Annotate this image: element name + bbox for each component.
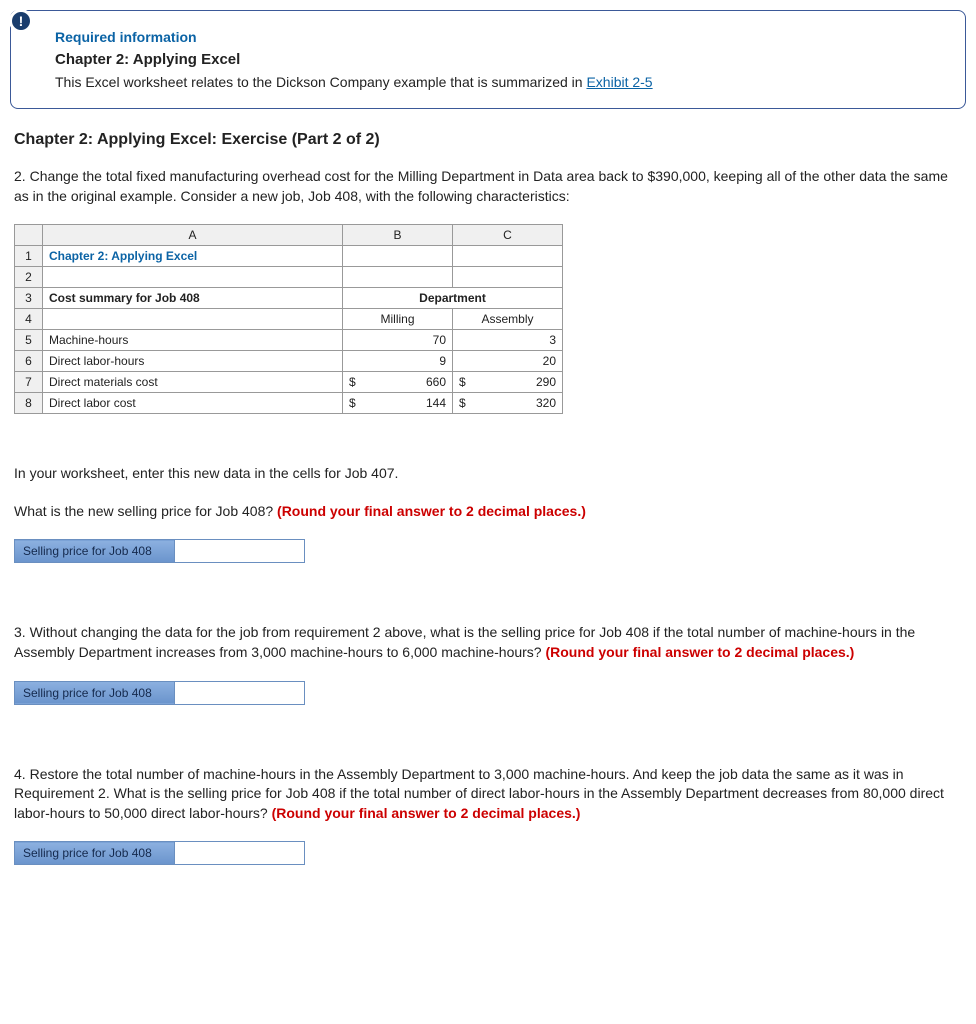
question-2-text: 2. Change the total fixed manufacturing … [14, 167, 962, 206]
question-3-number: 3. [14, 624, 26, 640]
question-3-text: 3. Without changing the data for the job… [14, 623, 962, 662]
cell-c8-value: 320 [536, 396, 556, 410]
question-2-number: 2. [14, 168, 26, 184]
row-header: 7 [15, 372, 43, 393]
question-2-body: Change the total fixed manufacturing ove… [14, 168, 948, 204]
cell-c8: $320 [453, 393, 563, 414]
info-icon: ! [9, 9, 33, 33]
cell-c2 [453, 267, 563, 288]
answer-label-q4: Selling price for Job 408 [15, 842, 175, 865]
col-header-c: C [453, 225, 563, 246]
cell-a7: Direct materials cost [43, 372, 343, 393]
selling-price-input-q2[interactable] [175, 540, 304, 562]
q2-prompt: What is the new selling price for Job 40… [14, 503, 277, 519]
answer-label-q3: Selling price for Job 408 [15, 681, 175, 704]
round-note-q4: (Round your final answer to 2 decimal pl… [272, 805, 581, 821]
row-header: 2 [15, 267, 43, 288]
dollar-sign: $ [459, 396, 466, 410]
round-note-q3: (Round your final answer to 2 decimal pl… [545, 644, 854, 660]
cell-b8-value: 144 [426, 396, 446, 410]
info-desc-text: This Excel worksheet relates to the Dick… [55, 74, 586, 90]
row-header: 3 [15, 288, 43, 309]
cell-a6: Direct labor-hours [43, 351, 343, 372]
dollar-sign: $ [349, 375, 356, 389]
row-header: 1 [15, 246, 43, 267]
chapter-title: Chapter 2: Applying Excel [55, 51, 941, 68]
cell-c4: Assembly [453, 309, 563, 330]
info-description: This Excel worksheet relates to the Dick… [55, 74, 941, 90]
cell-c6: 20 [453, 351, 563, 372]
cell-a5: Machine-hours [43, 330, 343, 351]
dollar-sign: $ [459, 375, 466, 389]
answer-table-q3: Selling price for Job 408 [14, 681, 305, 705]
question-4-number: 4. [14, 766, 26, 782]
cell-c7: $290 [453, 372, 563, 393]
cell-b8: $144 [343, 393, 453, 414]
cell-b6: 9 [343, 351, 453, 372]
cell-a2 [43, 267, 343, 288]
cell-b4: Milling [343, 309, 453, 330]
cell-b1 [343, 246, 453, 267]
required-info-label: Required information [55, 29, 941, 45]
cell-c1 [453, 246, 563, 267]
col-header-b: B [343, 225, 453, 246]
question-4-text: 4. Restore the total number of machine-h… [14, 765, 962, 824]
sheet-corner [15, 225, 43, 246]
answer-table-q4: Selling price for Job 408 [14, 841, 305, 865]
job-408-spreadsheet: A B C 1 Chapter 2: Applying Excel 2 3 Co… [14, 224, 563, 414]
cell-b7-value: 660 [426, 375, 446, 389]
selling-price-input-q4[interactable] [175, 842, 304, 864]
selling-price-input-q3[interactable] [175, 682, 304, 704]
cell-a8: Direct labor cost [43, 393, 343, 414]
dollar-sign: $ [349, 396, 356, 410]
row-header: 4 [15, 309, 43, 330]
cell-c7-value: 290 [536, 375, 556, 389]
post-sheet-instruction-2: What is the new selling price for Job 40… [14, 502, 962, 522]
cell-c5: 3 [453, 330, 563, 351]
answer-label-q2: Selling price for Job 408 [15, 540, 175, 563]
cell-bc3: Department [343, 288, 563, 309]
row-header: 6 [15, 351, 43, 372]
col-header-a: A [43, 225, 343, 246]
cell-a4 [43, 309, 343, 330]
round-note: (Round your final answer to 2 decimal pl… [277, 503, 586, 519]
cell-b7: $660 [343, 372, 453, 393]
answer-table-q2: Selling price for Job 408 [14, 539, 305, 563]
exhibit-link[interactable]: Exhibit 2-5 [586, 74, 652, 90]
post-sheet-instruction-1: In your worksheet, enter this new data i… [14, 464, 962, 484]
cell-a3: Cost summary for Job 408 [43, 288, 343, 309]
cell-b2 [343, 267, 453, 288]
exercise-heading: Chapter 2: Applying Excel: Exercise (Par… [10, 131, 966, 149]
row-header: 5 [15, 330, 43, 351]
row-header: 8 [15, 393, 43, 414]
cell-a1: Chapter 2: Applying Excel [43, 246, 343, 267]
required-info-card: ! Required information Chapter 2: Applyi… [10, 10, 966, 109]
cell-b5: 70 [343, 330, 453, 351]
